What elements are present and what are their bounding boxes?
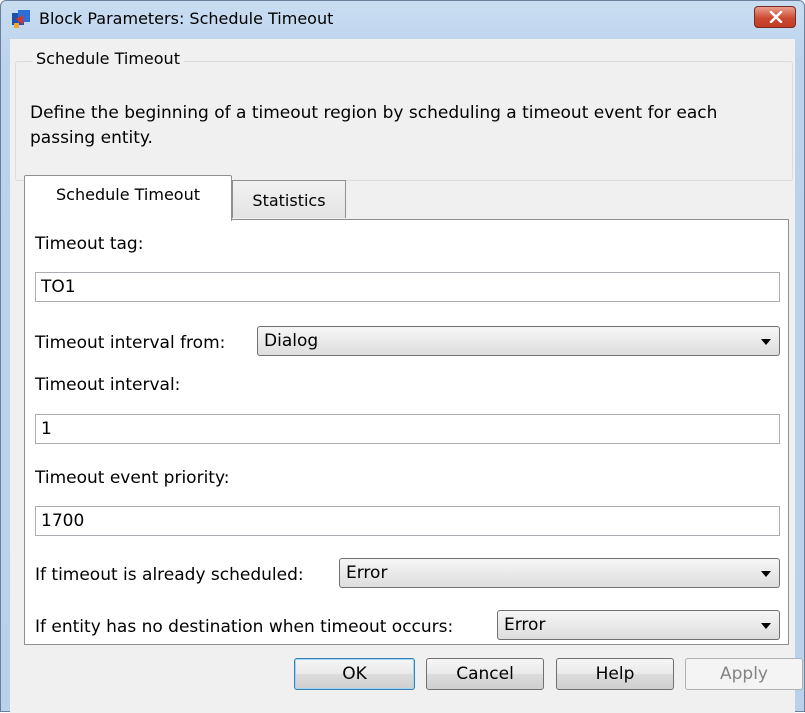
chevron-down-icon bbox=[761, 571, 771, 577]
description-group-title: Schedule Timeout bbox=[32, 49, 184, 68]
timeout-interval-label: Timeout interval: bbox=[35, 375, 181, 395]
title-bar[interactable]: Block Parameters: Schedule Timeout bbox=[1, 1, 804, 37]
block-description: Define the beginning of a timeout region… bbox=[30, 103, 718, 148]
tab-label: Schedule Timeout bbox=[56, 185, 200, 204]
timeout-tag-label: Timeout tag: bbox=[35, 234, 144, 254]
timeout-interval-from-label: Timeout interval from: bbox=[35, 333, 226, 353]
timeout-event-priority-field[interactable]: 1700 bbox=[35, 506, 780, 536]
close-icon bbox=[769, 11, 783, 23]
select-value: Dialog bbox=[264, 331, 319, 351]
timeout-tag-field[interactable]: TO1 bbox=[35, 272, 780, 302]
tab-statistics[interactable]: Statistics bbox=[232, 180, 346, 218]
tab-schedule-timeout[interactable]: Schedule Timeout bbox=[24, 175, 232, 221]
dialog-window: Block Parameters: Schedule Timeout Sched… bbox=[0, 0, 805, 713]
if-already-scheduled-select[interactable]: Error bbox=[339, 558, 780, 588]
select-value: Error bbox=[504, 615, 546, 635]
timeout-event-priority-label: Timeout event priority: bbox=[35, 468, 230, 488]
if-already-scheduled-label: If timeout is already scheduled: bbox=[35, 565, 304, 585]
ok-button[interactable]: OK bbox=[294, 658, 415, 690]
timeout-interval-field[interactable]: 1 bbox=[35, 414, 780, 444]
no-destination-label: If entity has no destination when timeou… bbox=[35, 617, 454, 637]
cancel-button[interactable]: Cancel bbox=[426, 658, 544, 690]
chevron-down-icon bbox=[761, 623, 771, 629]
window-title: Block Parameters: Schedule Timeout bbox=[39, 9, 334, 28]
timeout-interval-from-select[interactable]: Dialog bbox=[257, 326, 780, 356]
tab-label: Statistics bbox=[252, 191, 326, 210]
apply-button[interactable]: Apply bbox=[685, 658, 803, 690]
no-destination-select[interactable]: Error bbox=[497, 610, 780, 640]
select-value: Error bbox=[346, 563, 388, 583]
help-button[interactable]: Help bbox=[556, 658, 674, 690]
close-button[interactable] bbox=[754, 6, 796, 28]
chevron-down-icon bbox=[761, 339, 771, 345]
simulink-block-icon bbox=[11, 9, 31, 29]
tab-panel: Timeout tag: TO1 Timeout interval from: … bbox=[24, 219, 789, 645]
dialog-body: Schedule Timeout Define the beginning of… bbox=[10, 39, 795, 713]
